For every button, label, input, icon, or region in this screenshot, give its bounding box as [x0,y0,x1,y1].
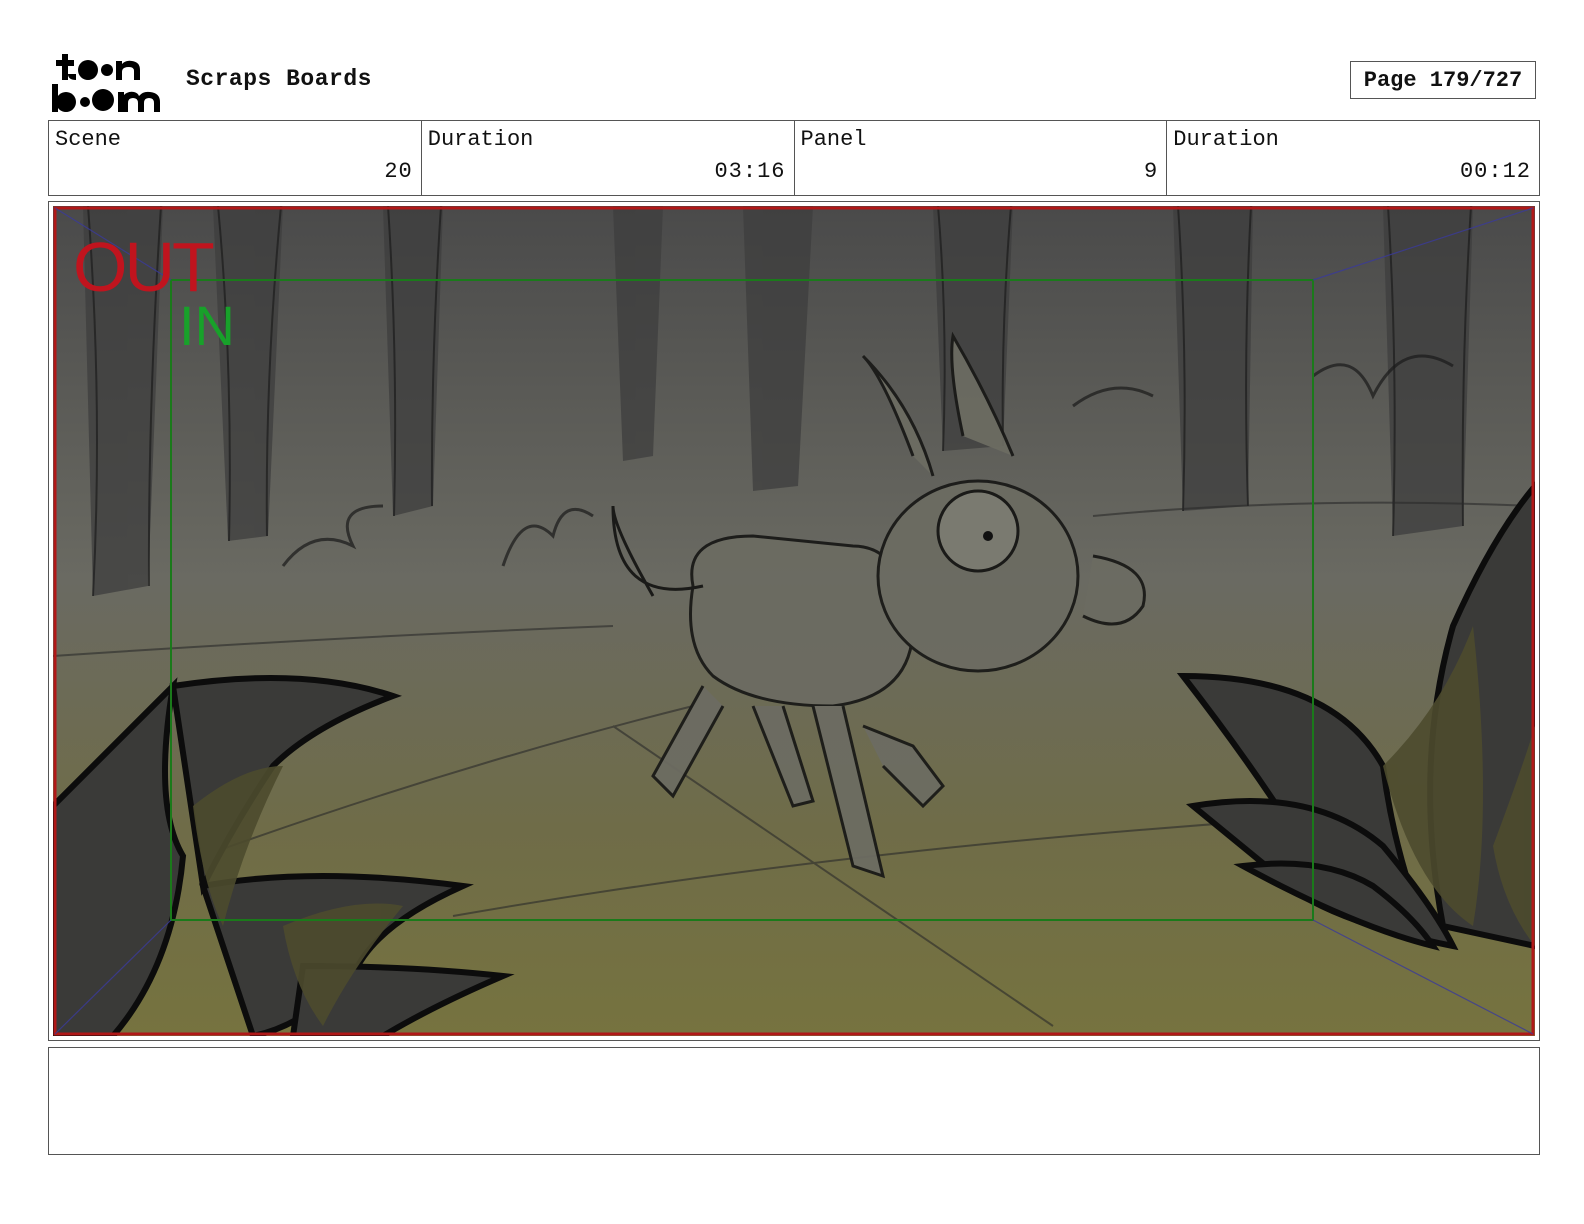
panel-notes-box [48,1047,1540,1155]
document-title: Scraps Boards [186,66,372,92]
in-frame-label: IN [179,294,235,357]
out-frame-label: OUT [73,228,215,306]
scene-label: Scene [55,127,122,152]
panel-info-table: Scene 20 Duration 03:16 Panel 9 Duration… [48,120,1540,196]
logo-text: toonboom [50,50,55,51]
scene-value: 20 [384,159,413,184]
scene-cell: Scene 20 [49,121,422,195]
storyboard-frame: OUT IN [48,201,1540,1041]
panel-value: 9 [1144,159,1159,184]
panel-cell: Panel 9 [795,121,1168,195]
panel-duration-value: 00:12 [1459,159,1531,184]
storyboard-sketch-image [53,206,1535,1036]
scene-duration-label: Duration [427,127,534,152]
scene-duration-value: 03:16 [714,159,786,184]
scene-duration-cell: Duration 03:16 [422,121,795,195]
panel-label: Panel [800,127,867,152]
page-counter-text: Page 179/727 [1363,67,1523,93]
toonboom-logo: toonboom [50,50,160,112]
panel-duration-label: Duration [1173,127,1279,152]
page-counter: Page 179/727 [1350,61,1536,99]
panel-duration-cell: Duration 00:12 [1167,121,1539,195]
